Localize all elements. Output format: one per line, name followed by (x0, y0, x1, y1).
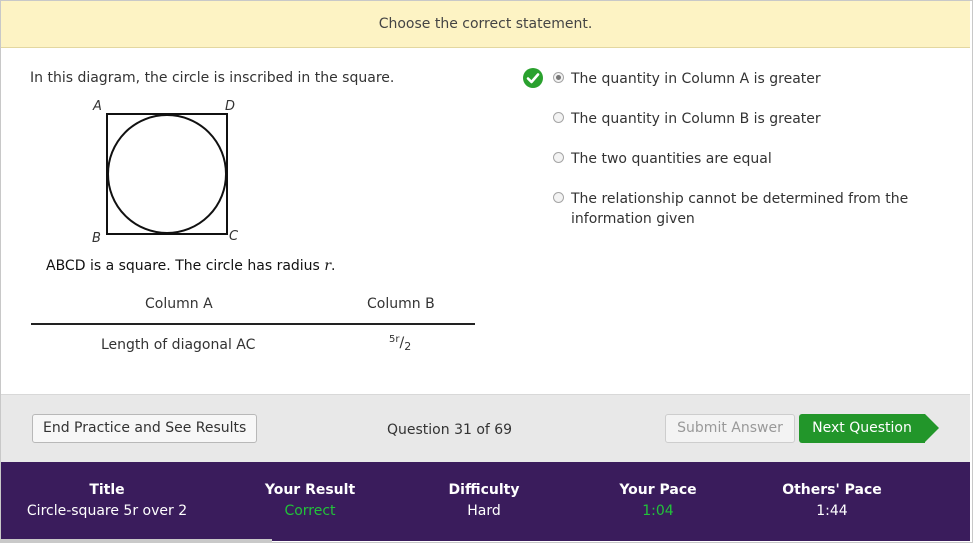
footer-others-pace-column: Others' Pace 1:44 (782, 482, 882, 519)
footer-title-column: Title Circle-square 5r over 2 (27, 482, 187, 519)
radio-option-c[interactable] (553, 152, 564, 163)
vertex-b-label: B (92, 231, 101, 246)
navigation-bar: End Practice and See Results Question 31… (1, 394, 970, 463)
footer-result-value: Correct (284, 503, 336, 519)
instruction-banner: Choose the correct statement. (1, 1, 970, 48)
question-counter: Question 31 of 69 (387, 422, 513, 438)
vertex-a-label: A (92, 99, 102, 114)
footer-others-pace-label: Others' Pace (782, 482, 882, 498)
footer-result-label: Your Result (264, 482, 356, 498)
answer-option-label: The quantity in Column A is greater (571, 71, 821, 87)
footer-your-pace-column: Your Pace 1:04 (619, 482, 696, 519)
footer-others-pace-value: 1:44 (816, 503, 848, 519)
radio-option-d[interactable] (553, 192, 564, 203)
answer-option-label: The two quantities are equal (571, 151, 772, 167)
question-prompt: In this diagram, the circle is inscribed… (30, 70, 395, 86)
table-divider (31, 323, 475, 325)
next-question-button[interactable]: Next Question (799, 414, 939, 443)
answer-option-c[interactable]: The two quantities are equal (553, 149, 923, 169)
answer-option-label: The relationship cannot be determined fr… (571, 191, 909, 227)
circle-square-diagram: A D B C (92, 99, 239, 246)
correct-checkmark-icon (523, 68, 543, 88)
column-a-header: Column A (145, 296, 213, 312)
footer-title-label: Title (89, 482, 125, 498)
footer-result-column: Your Result Correct (265, 482, 355, 519)
footer-difficulty-label: Difficulty (448, 482, 520, 498)
horizontal-scrollbar[interactable] (0, 539, 272, 543)
footer-your-pace-label: Your Pace (619, 482, 697, 498)
column-b-value: 5r/2 (389, 334, 411, 353)
column-a-value: Length of diagonal AC (101, 337, 256, 353)
fraction-numerator: 5r (389, 334, 400, 345)
footer-difficulty-column: Difficulty Hard (449, 482, 520, 519)
footer-your-pace-value: 1:04 (642, 503, 674, 519)
submit-answer-button[interactable]: Submit Answer (665, 414, 795, 443)
radio-option-b[interactable] (553, 112, 564, 123)
problem-statement: ABCD is a square. The circle has radius … (46, 258, 335, 274)
vertex-d-label: D (225, 99, 235, 114)
footer-difficulty-value: Hard (467, 503, 501, 519)
inscribed-circle (107, 114, 227, 234)
radius-variable: r (324, 258, 332, 274)
statement-text: ABCD is a square. The circle has radius (46, 258, 325, 274)
vertex-c-label: C (229, 229, 239, 244)
answer-option-b[interactable]: The quantity in Column B is greater (553, 109, 923, 129)
answer-option-a[interactable]: The quantity in Column A is greater (553, 69, 923, 89)
fraction-denominator: 2 (404, 340, 412, 353)
end-practice-button[interactable]: End Practice and See Results (32, 414, 258, 443)
radio-option-a[interactable] (553, 72, 564, 83)
results-footer: Title Circle-square 5r over 2 Your Resul… (1, 462, 970, 541)
answer-option-d[interactable]: The relationship cannot be determined fr… (553, 189, 923, 229)
statement-end: . (331, 258, 336, 274)
answer-option-label: The quantity in Column B is greater (571, 111, 821, 127)
footer-title-value: Circle-square 5r over 2 (26, 503, 188, 519)
column-b-header: Column B (367, 296, 435, 312)
